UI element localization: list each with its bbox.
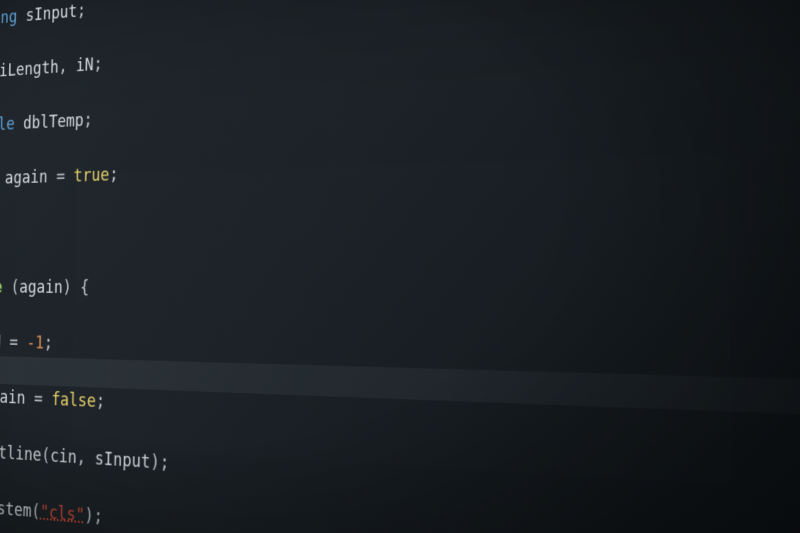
code-editor[interactable]: 16 17 18 19 20 21 22 23 24 25 526 527 52… bbox=[0, 0, 800, 533]
viewport: 16 17 18 19 20 21 22 23 24 25 526 527 52… bbox=[0, 0, 800, 533]
code-area[interactable]: string sInput; int iLength, iN; double d… bbox=[0, 0, 800, 533]
code-line[interactable]: bool again = true; bbox=[0, 128, 800, 194]
code-line[interactable]: iN = -1; bbox=[0, 328, 800, 386]
code-line[interactable]: while (again) { bbox=[0, 274, 800, 311]
code-line[interactable] bbox=[0, 201, 800, 247]
